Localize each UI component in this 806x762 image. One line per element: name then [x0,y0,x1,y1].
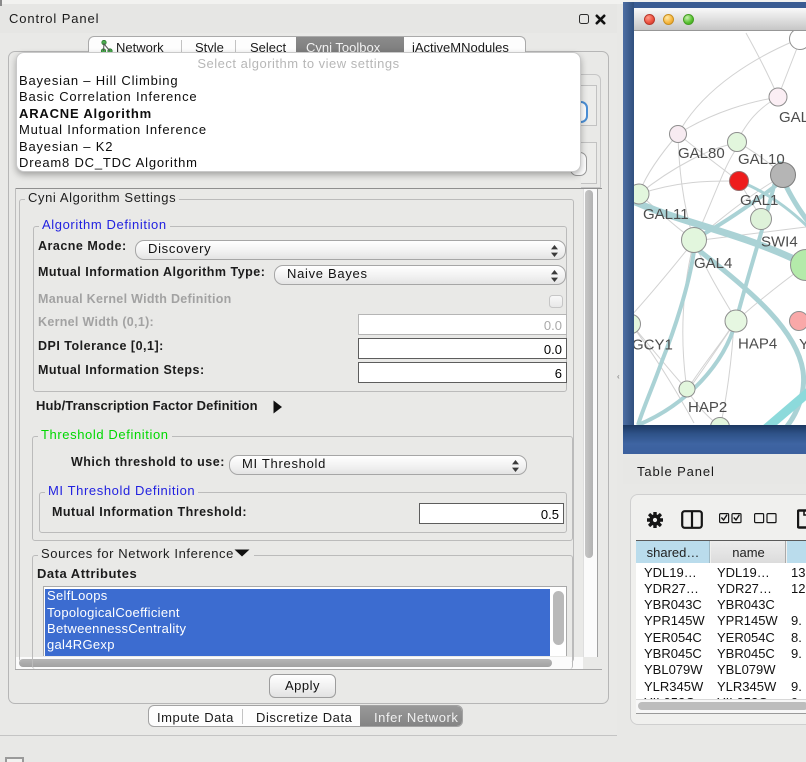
svg-text:YD: YD [799,336,806,353]
svg-text:GAL4: GAL4 [694,255,732,272]
svg-text:GAL80: GAL80 [678,145,725,162]
svg-text:HAP4: HAP4 [738,336,777,353]
svg-text:GAL1: GAL1 [740,192,778,209]
svg-text:GAL10: GAL10 [738,151,785,168]
svg-text:GAL11: GAL11 [643,206,689,223]
svg-text:HAP2: HAP2 [688,399,727,416]
svg-text:GAL: GAL [779,109,806,126]
svg-text:SWI4: SWI4 [761,234,798,251]
svg-text:GCY1: GCY1 [634,337,673,354]
